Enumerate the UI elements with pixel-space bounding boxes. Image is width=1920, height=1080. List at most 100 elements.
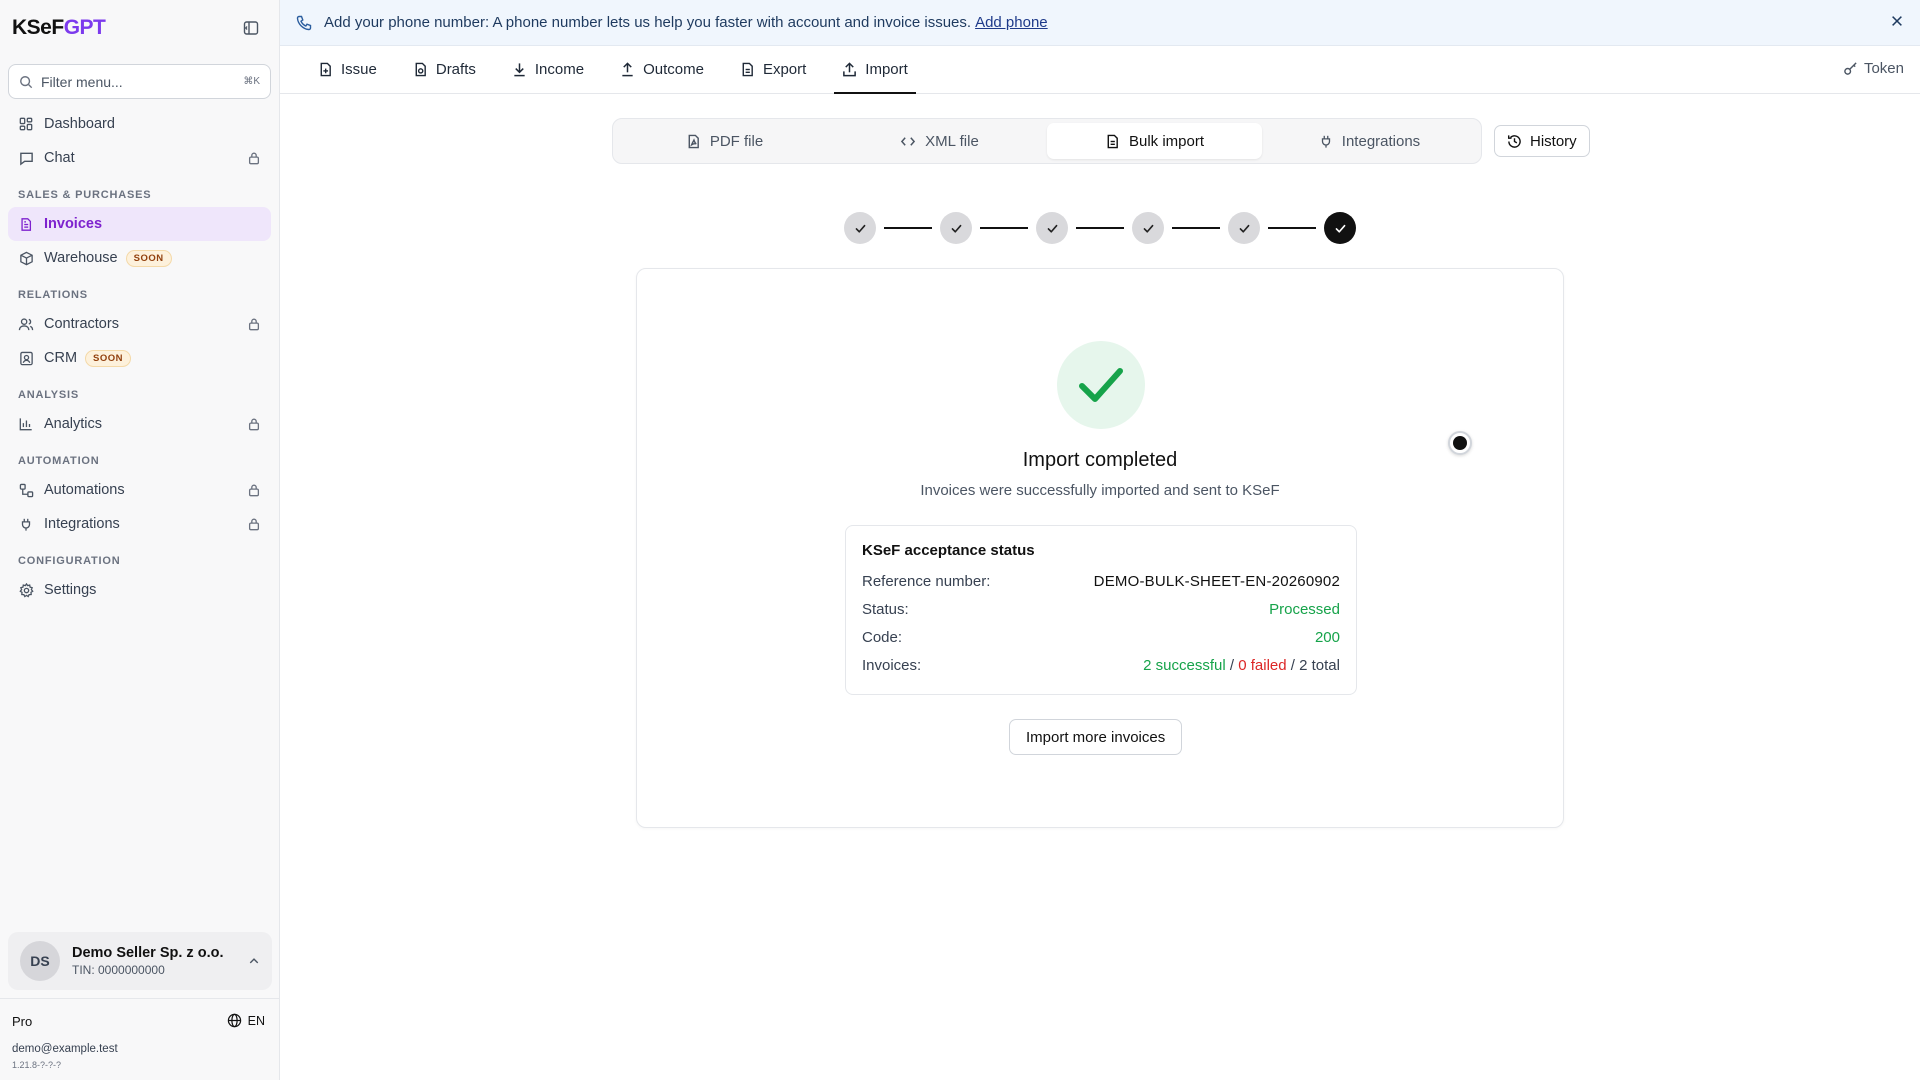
sidebar-item-label: Invoices: [44, 216, 103, 232]
key-icon: [1844, 62, 1857, 75]
step-4-check-icon: [1132, 212, 1164, 244]
import-type-segmented-control: PDF file XML file Bulk import Integratio…: [612, 118, 1482, 164]
import-result-card: Import completed Invoices were successfu…: [636, 268, 1564, 828]
sidebar-item-invoices[interactable]: Invoices: [8, 207, 271, 241]
sidebar-item-dashboard[interactable]: Dashboard: [8, 107, 271, 141]
tab-drafts[interactable]: Drafts: [405, 46, 484, 93]
avatar: DS: [20, 941, 60, 981]
reference-label: Reference number:: [862, 572, 991, 590]
import-more-button[interactable]: Import more invoices: [1009, 719, 1183, 755]
app-logo[interactable]: KSeFGPT: [12, 16, 106, 40]
phone-icon: [296, 15, 312, 30]
globe-icon: [227, 1013, 241, 1028]
token-button[interactable]: Token: [1843, 60, 1904, 77]
sidebar-item-integrations[interactable]: Integrations: [8, 507, 271, 541]
add-phone-link[interactable]: Add phone: [975, 14, 1048, 31]
separator: /: [1225, 656, 1239, 674]
segment-bulk-import[interactable]: Bulk import: [1047, 123, 1262, 159]
failed-count: 0 failed: [1238, 656, 1287, 674]
floating-record-indicator[interactable]: [1448, 431, 1472, 455]
sidebar-item-label: Dashboard: [44, 116, 115, 132]
banner-text: Add your phone number: A phone number le…: [324, 14, 972, 31]
sidebar-item-chat[interactable]: Chat: [8, 141, 271, 175]
tab-label: Income: [534, 61, 585, 78]
filter-menu-input[interactable]: Filter menu... ⌘K: [8, 64, 271, 99]
step-3-check-icon: [1036, 212, 1068, 244]
file-text-icon: [740, 62, 755, 77]
separator: /: [1286, 656, 1300, 674]
status-row: Status: Processed: [862, 595, 1340, 623]
sidebar-item-contractors[interactable]: Contractors: [8, 307, 271, 341]
tab-income[interactable]: Income: [504, 46, 592, 93]
close-icon[interactable]: [1890, 14, 1904, 28]
step-5-check-icon: [1228, 212, 1260, 244]
dashboard-icon: [18, 116, 34, 132]
tab-label: Issue: [341, 61, 377, 78]
segment-pdf-file[interactable]: PDF file: [617, 123, 832, 159]
plan-label: Pro: [12, 1014, 33, 1029]
segment-label: XML file: [925, 132, 979, 150]
filter-placeholder: Filter menu...: [41, 73, 123, 90]
history-icon: [1507, 134, 1522, 149]
contact-icon: [18, 350, 34, 366]
language-switcher[interactable]: EN: [227, 1013, 265, 1028]
filter-shortcut: ⌘K: [243, 76, 260, 87]
sidebar-divider: [0, 998, 280, 999]
lock-icon: [248, 318, 260, 331]
sidebar-item-label: Settings: [44, 582, 97, 598]
chat-icon: [18, 150, 34, 166]
sidebar-toggle-icon[interactable]: [241, 18, 261, 38]
sidebar-item-analytics[interactable]: Analytics: [8, 407, 271, 441]
status-value: Processed: [1269, 600, 1340, 618]
download-icon: [512, 62, 527, 77]
sidebar-item-label: Contractors: [44, 316, 119, 332]
workflow-icon: [18, 482, 34, 498]
upload-icon: [842, 62, 857, 77]
soon-badge: SOON: [125, 249, 172, 267]
step-connector: [1076, 227, 1124, 229]
section-title: CONFIGURATION: [18, 555, 121, 567]
package-icon: [18, 250, 34, 266]
sidebar-item-automations[interactable]: Automations: [8, 473, 271, 507]
code-row: Code: 200: [862, 623, 1340, 651]
chevron-up-icon: [249, 958, 259, 964]
tab-label: Import: [865, 61, 908, 78]
lock-icon: [248, 418, 260, 431]
spreadsheet-icon: [1105, 134, 1120, 149]
step-6-check-icon: [1324, 212, 1356, 244]
account-name: Demo Seller Sp. z o.o.: [72, 945, 224, 961]
step-1-check-icon: [844, 212, 876, 244]
sidebar-item-settings[interactable]: Settings: [8, 573, 271, 607]
tab-issue[interactable]: Issue: [310, 46, 385, 93]
tab-export[interactable]: Export: [732, 46, 814, 93]
plug-icon: [1319, 134, 1333, 149]
section-title: ANALYSIS: [18, 389, 80, 401]
tab-label: Outcome: [643, 61, 704, 78]
history-button[interactable]: History: [1494, 125, 1590, 157]
tab-label: Drafts: [435, 61, 476, 78]
section-title: SALES & PURCHASES: [18, 189, 152, 201]
segment-label: PDF file: [709, 132, 764, 150]
sidebar-item-crm[interactable]: CRM SOON: [8, 341, 271, 375]
segment-xml-file[interactable]: XML file: [832, 123, 1047, 159]
sidebar-item-label: Analytics: [44, 416, 103, 432]
tab-outcome[interactable]: Outcome: [612, 46, 712, 93]
status-label: Status:: [862, 600, 909, 618]
lock-icon: [248, 518, 260, 531]
lock-icon: [248, 484, 260, 497]
segment-integrations[interactable]: Integrations: [1262, 123, 1477, 159]
ksef-status-box: KSeF acceptance status Reference number:…: [845, 525, 1357, 695]
sidebar-item-label: Automations: [44, 482, 125, 498]
sidebar-item-label: CRM: [44, 350, 78, 366]
account-switcher[interactable]: DS Demo Seller Sp. z o.o. TIN: 000000000…: [8, 932, 272, 990]
file-plus-icon: [318, 62, 333, 77]
tab-label: Export: [762, 61, 807, 78]
sidebar-item-warehouse[interactable]: Warehouse SOON: [8, 241, 271, 275]
phone-banner: Add your phone number: A phone number le…: [280, 0, 1920, 46]
tab-import[interactable]: Import: [834, 46, 916, 94]
token-label: Token: [1863, 60, 1904, 77]
logo-prefix: KSeF: [12, 16, 64, 39]
total-count: 2 total: [1299, 656, 1340, 674]
status-box-title: KSeF acceptance status: [862, 542, 1035, 559]
reference-value: DEMO-BULK-SHEET-EN-20260902: [1093, 572, 1340, 590]
